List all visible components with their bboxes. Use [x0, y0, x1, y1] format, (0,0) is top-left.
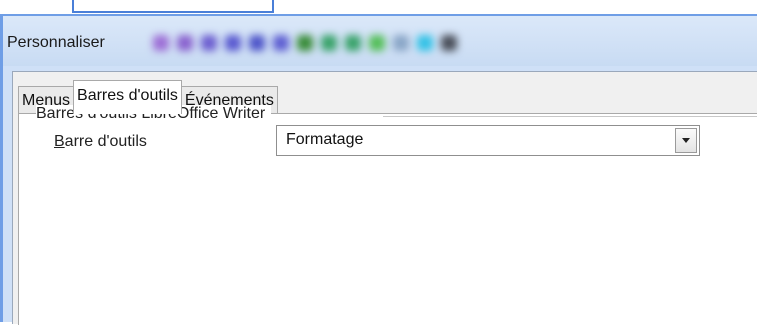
dialog-titlebar[interactable]: Personnaliser: [3, 16, 757, 66]
blurred-icon: [177, 35, 193, 51]
partial-window-frame: [72, 0, 274, 13]
toolbar-select[interactable]: Formatage: [276, 125, 700, 156]
field-label-rest: arre d'outils: [64, 133, 147, 150]
blurred-icon: [249, 35, 265, 51]
toolbar-select-value: Formatage: [286, 131, 364, 148]
group-separator: [383, 116, 757, 117]
customize-dialog: Personnaliser Menus Barres d'outils Évén…: [0, 14, 757, 325]
blurred-icon: [393, 35, 409, 51]
blurred-icon: [369, 35, 385, 51]
blurred-icon: [273, 35, 289, 51]
blurred-icon: [153, 35, 169, 51]
dialog-title: Personnaliser: [7, 34, 105, 51]
dialog-body: Menus Barres d'outils Événements: [12, 71, 757, 325]
blurred-icon: [297, 35, 313, 51]
blurred-icon: [225, 35, 241, 51]
blurred-icon: [417, 35, 433, 51]
blurred-icon: [441, 35, 457, 51]
tab-toolbars[interactable]: Barres d'outils: [73, 80, 182, 114]
blurred-toolbar-icons: [153, 30, 757, 56]
toolbar-field-label: Barre d'outils: [54, 133, 147, 151]
blurred-icon: [345, 35, 361, 51]
chevron-down-icon[interactable]: [675, 128, 697, 153]
blurred-icon: [201, 35, 217, 51]
blurred-icon: [321, 35, 337, 51]
mnemonic-letter: B: [54, 133, 65, 150]
